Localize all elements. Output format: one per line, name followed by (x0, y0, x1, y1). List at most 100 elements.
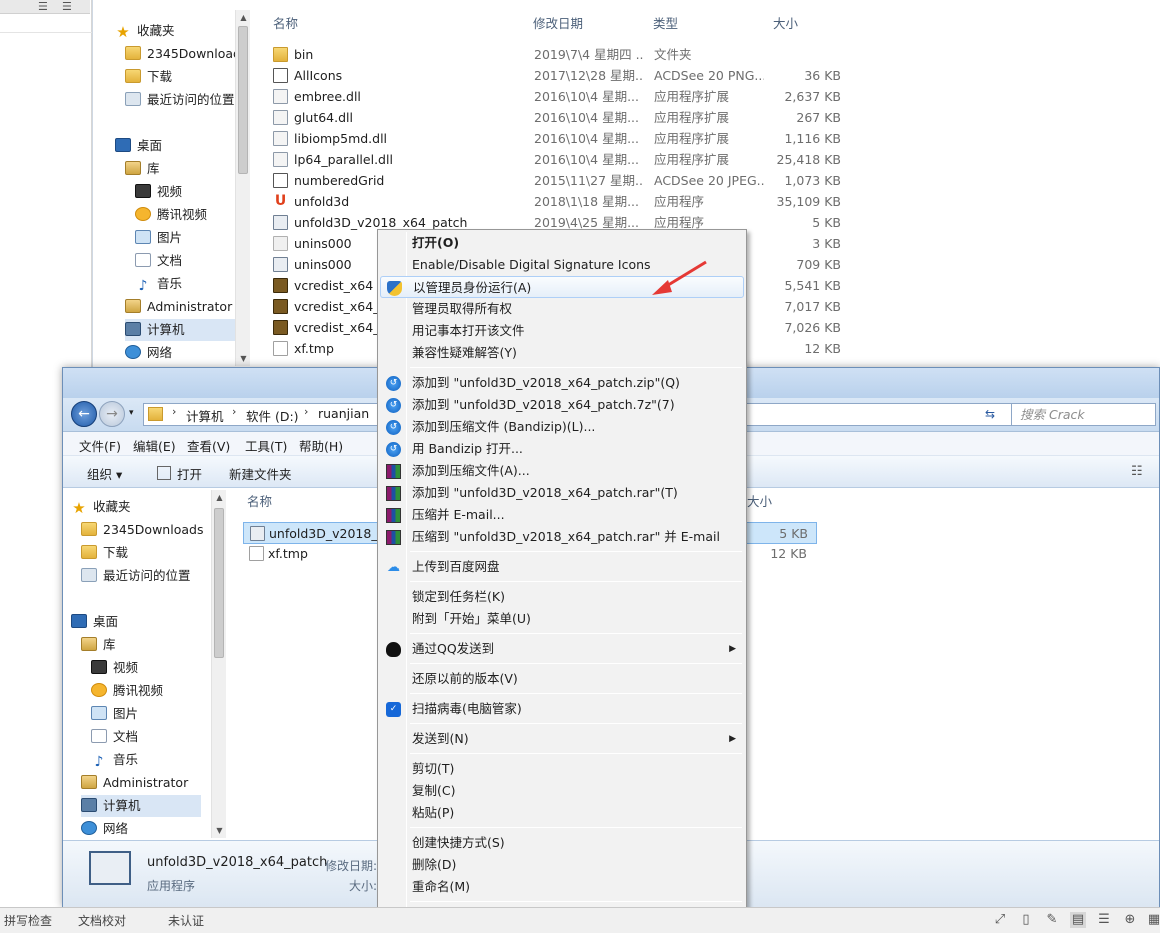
nav-item[interactable]: Administrator (81, 772, 188, 794)
table-row[interactable]: Uunfold3d 2018\1\18 星期... 应用程序 35,109 KB (273, 191, 853, 212)
nav-item[interactable]: ♪ 音乐 (135, 273, 182, 295)
nav-item[interactable]: 下载 (125, 66, 172, 88)
column-header-type[interactable]: 类型 (653, 10, 678, 38)
menu-help[interactable]: 帮助(H) (299, 436, 343, 455)
organize-button[interactable]: 组织 ▾ (87, 464, 122, 483)
nav-item[interactable]: 网络 (125, 342, 172, 364)
nav-item[interactable]: 腾讯视频 (91, 680, 163, 702)
nav-item[interactable]: ★ 收藏夹 (71, 496, 130, 518)
nav-item[interactable]: 视频 (91, 657, 138, 679)
align-center-icon[interactable]: ☰ (62, 0, 72, 13)
menu-item[interactable]: 剪切(T) (380, 758, 744, 780)
new-folder-button[interactable]: 新建文件夹 (229, 464, 292, 483)
table-row[interactable]: AllIcons 2017\12\28 星期... ACDSee 20 PNG...… (273, 65, 853, 86)
menu-tools[interactable]: 工具(T) (245, 436, 287, 455)
recent-pages-chevron-icon[interactable]: ▾ (129, 408, 134, 418)
reading-mode-icon[interactable]: ▯ (1018, 912, 1034, 928)
table-row[interactable]: embree.dll 2016\10\4 星期... 应用程序扩展 2,637 KB (273, 86, 853, 107)
menu-item[interactable]: 通过QQ发送到 ▶ (380, 638, 744, 660)
nav-item[interactable]: 图片 (135, 227, 182, 249)
web-view-icon[interactable]: ⊕ (1122, 912, 1138, 928)
menu-file[interactable]: 文件(F) (79, 436, 121, 455)
back-arrow-icon[interactable]: ← (71, 401, 97, 427)
spell-check-status[interactable]: 拼写检查 (4, 912, 52, 929)
nav-item[interactable]: 计算机 (81, 795, 201, 817)
column-header-size[interactable]: 大小 (773, 10, 798, 38)
search-input[interactable]: 搜索 Crack (1011, 403, 1156, 426)
menu-item[interactable]: 管理员取得所有权 (380, 298, 744, 320)
network-icon (125, 345, 141, 359)
menu-edit[interactable]: 编辑(E) (133, 436, 176, 455)
nav-item[interactable]: 库 (81, 634, 116, 656)
menu-item[interactable]: 还原以前的版本(V) (380, 668, 744, 690)
nav-item[interactable]: 图片 (91, 703, 138, 725)
nav-item[interactable]: 2345Downloads (125, 43, 247, 65)
menu-item[interactable]: 复制(C) (380, 780, 744, 802)
nav-item[interactable]: Administrator (125, 296, 232, 318)
refresh-icon[interactable]: ⇆ (985, 407, 995, 421)
forward-arrow-icon[interactable]: → (99, 401, 125, 427)
menu-item[interactable]: 添加到 "unfold3D_v2018_x64_patch.rar"(T) (380, 482, 744, 504)
nav-item[interactable]: 最近访问的位置 (81, 565, 191, 587)
nav-item[interactable]: 下载 (81, 542, 128, 564)
certification-status[interactable]: 未认证 (168, 912, 204, 929)
nav-item[interactable]: 桌面 (115, 135, 162, 157)
menu-item[interactable]: ✓ 扫描病毒(电脑管家) (380, 698, 744, 720)
menu-item[interactable]: ↺ 添加到压缩文件 (Bandizip)(L)... (380, 416, 744, 438)
menu-item[interactable]: 粘贴(P) (380, 802, 744, 824)
page-view-icon[interactable]: ▤ (1070, 912, 1086, 928)
menu-item[interactable]: 创建快捷方式(S) (380, 832, 744, 854)
nav-item[interactable]: 文档 (135, 250, 182, 272)
nav-item[interactable]: 桌面 (71, 611, 118, 633)
nav-item[interactable]: 最近访问的位置 (125, 89, 235, 111)
front-nav-scrollbar[interactable]: ▲ ▼ (211, 490, 226, 838)
menu-item[interactable]: 添加到压缩文件(A)... (380, 460, 744, 482)
menu-item[interactable]: 压缩到 "unfold3D_v2018_x64_patch.rar" 并 E-m… (380, 526, 744, 548)
nav-item[interactable]: 腾讯视频 (135, 204, 207, 226)
nav-item[interactable]: 网络 (81, 818, 128, 840)
menu-item[interactable]: ↺ 添加到 "unfold3D_v2018_x64_patch.zip"(Q) (380, 372, 744, 394)
front-column-header-size[interactable]: 大小 (747, 488, 772, 516)
doc-check-status[interactable]: 文档校对 (78, 912, 126, 929)
breadcrumb-drive-d[interactable]: 软件 (D:) (246, 406, 299, 425)
menu-separator (410, 551, 742, 552)
nav-item[interactable]: ♪ 音乐 (91, 749, 138, 771)
table-row[interactable]: glut64.dll 2016\10\4 星期... 应用程序扩展 267 KB (273, 107, 853, 128)
menu-item[interactable]: ↺ 用 Bandizip 打开... (380, 438, 744, 460)
menu-item[interactable]: 兼容性疑难解答(Y) (380, 342, 744, 364)
table-row[interactable]: numberedGrid 2015\11\27 星期... ACDSee 20 JP… (273, 170, 853, 191)
table-row[interactable]: lp64_parallel.dll 2016\10\4 星期... 应用程序扩展 25… (273, 149, 853, 170)
breadcrumb-computer[interactable]: 计算机 (186, 406, 224, 425)
nav-item[interactable]: 库 (125, 158, 160, 180)
more-view-icon[interactable]: ▦ (1146, 912, 1160, 928)
menu-view[interactable]: 查看(V) (187, 436, 230, 455)
front-column-header-name[interactable]: 名称 (247, 488, 272, 516)
nav-item[interactable]: 视频 (135, 181, 182, 203)
menu-item[interactable]: 重命名(M) (380, 876, 744, 898)
menu-item[interactable]: 附到「开始」菜单(U) (380, 608, 744, 630)
menu-item[interactable]: 锁定到任务栏(K) (380, 586, 744, 608)
column-header-date[interactable]: 修改日期 (533, 10, 583, 38)
menu-item[interactable]: ↺ 添加到 "unfold3D_v2018_x64_patch.7z"(7) (380, 394, 744, 416)
column-header-name[interactable]: 名称 (273, 10, 298, 38)
align-left-icon[interactable]: ☰ (38, 0, 48, 13)
nav-scrollbar[interactable]: ▲ ▼ (235, 10, 250, 366)
nav-item[interactable]: 2345Downloads (81, 519, 203, 541)
menu-item[interactable]: 压缩并 E-mail... (380, 504, 744, 526)
fullscreen-icon[interactable]: ⤢ (992, 912, 1008, 928)
menu-item[interactable]: 打开(O) (380, 232, 744, 254)
nav-item[interactable]: 文档 (91, 726, 138, 748)
menu-item[interactable]: ☁ 上传到百度网盘 (380, 556, 744, 578)
table-row[interactable]: libiomp5md.dll 2016\10\4 星期... 应用程序扩展 1,116… (273, 128, 853, 149)
nav-item[interactable]: ★ 收藏夹 (115, 20, 174, 42)
edit-pen-icon[interactable]: ✎ (1044, 912, 1060, 928)
open-button[interactable]: 打开 (177, 464, 202, 483)
nav-item[interactable]: 计算机 (125, 319, 245, 341)
outline-view-icon[interactable]: ☰ (1096, 912, 1112, 928)
menu-item[interactable]: 发送到(N) ▶ (380, 728, 744, 750)
menu-item[interactable]: 删除(D) (380, 854, 744, 876)
view-options-icon[interactable]: ☷ (1131, 464, 1143, 479)
menu-item[interactable]: 用记事本打开该文件 (380, 320, 744, 342)
table-row[interactable]: bin 2019\7\4 星期四 ... 文件夹 (273, 44, 853, 65)
breadcrumb-ruanjian[interactable]: ruanjian (318, 406, 369, 421)
